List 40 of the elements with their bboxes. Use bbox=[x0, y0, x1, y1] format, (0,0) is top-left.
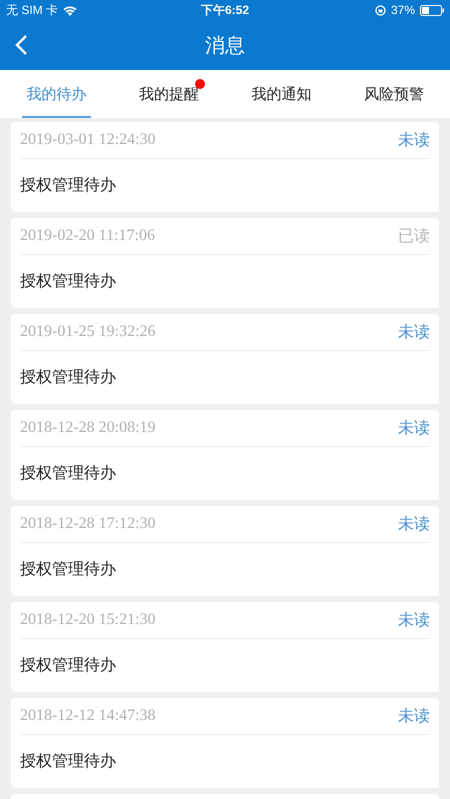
rotation-lock-icon bbox=[374, 4, 386, 16]
battery-icon bbox=[420, 4, 444, 16]
wifi-icon bbox=[63, 4, 78, 16]
message-title: 授权管理待办 bbox=[20, 654, 116, 676]
carrier-text: 无 SIM 卡 bbox=[6, 2, 58, 18]
message-time: 2018-12-20 15:21:30 bbox=[20, 611, 156, 629]
tab[interactable]: 风险预警 bbox=[338, 70, 450, 118]
message-title: 授权管理待办 bbox=[20, 270, 116, 292]
read-status: 未读 bbox=[398, 706, 430, 726]
message-card[interactable]: 2018-12-28 17:12:30 未读 授权管理待办 bbox=[11, 506, 439, 596]
tab[interactable]: 我的提醒 bbox=[112, 70, 225, 118]
read-status: 未读 bbox=[398, 610, 430, 630]
clock-text: 下午6:52 bbox=[200, 2, 250, 18]
message-card[interactable]: 2018-12-12 14:47:38 未读 授权管理待办 bbox=[11, 698, 439, 788]
message-title: 授权管理待办 bbox=[20, 462, 116, 484]
read-status: 未读 bbox=[398, 418, 430, 438]
message-time: 2019-03-01 12:24:30 bbox=[20, 131, 156, 149]
message-time: 2018-12-28 20:08:19 bbox=[20, 419, 156, 437]
message-card[interactable]: 2019-03-01 12:24:30 未读 授权管理待办 bbox=[11, 122, 439, 212]
battery-text: 37% bbox=[390, 3, 415, 17]
read-status: 未读 bbox=[398, 322, 430, 342]
message-time: 2019-02-20 11:17:06 bbox=[20, 227, 155, 245]
message-time: 2019-01-25 19:32:26 bbox=[20, 323, 156, 341]
read-status: 未读 bbox=[398, 130, 430, 150]
read-status: 已读 bbox=[398, 226, 430, 246]
message-title: 授权管理待办 bbox=[20, 750, 116, 772]
page-title: 消息 bbox=[205, 32, 245, 58]
message-card[interactable]: 2018-12-28 20:08:19 未读 授权管理待办 bbox=[11, 410, 439, 500]
tab[interactable]: 我的待办 bbox=[0, 70, 112, 118]
message-card[interactable]: 2018-12-20 15:21:30 未读 授权管理待办 bbox=[11, 602, 439, 692]
tab-indicator bbox=[22, 116, 90, 118]
message-card[interactable]: 2019-02-20 11:17:06 已读 授权管理待办 bbox=[11, 218, 439, 308]
message-time: 2018-12-12 14:47:38 bbox=[20, 707, 156, 725]
tab[interactable]: 我的通知 bbox=[225, 70, 338, 118]
read-status: 未读 bbox=[398, 514, 430, 534]
message-card[interactable]: 2019-01-25 19:32:26 未读 授权管理待办 bbox=[11, 314, 439, 404]
message-time: 2018-12-28 17:12:30 bbox=[20, 515, 156, 533]
message-title: 授权管理待办 bbox=[20, 558, 116, 580]
message-title: 授权管理待办 bbox=[20, 174, 116, 196]
message-title: 授权管理待办 bbox=[20, 366, 116, 388]
